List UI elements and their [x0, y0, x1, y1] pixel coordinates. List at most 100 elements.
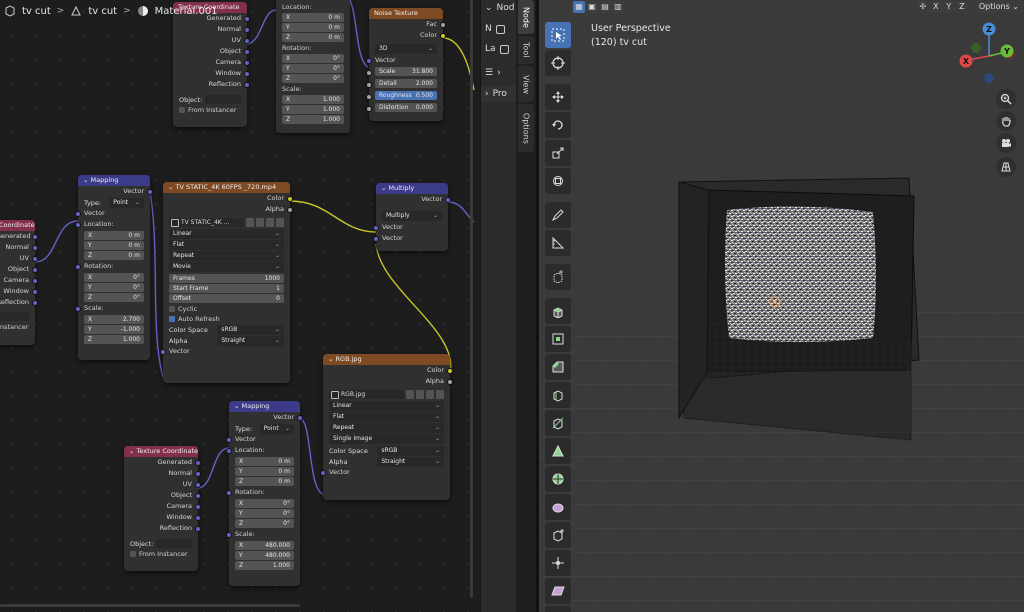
- node-header[interactable]: ⌄ Texture Coordinate: [124, 446, 198, 457]
- shear-tool[interactable]: [545, 578, 571, 604]
- scale-tool[interactable]: [545, 140, 571, 166]
- tab-tool[interactable]: Tool: [518, 36, 534, 64]
- socket[interactable]: [75, 210, 81, 217]
- transform-tool[interactable]: [545, 168, 571, 194]
- breadcrumb-material[interactable]: Material.001: [155, 6, 218, 17]
- shield-icon[interactable]: [406, 389, 414, 399]
- duplicate-icon[interactable]: [416, 389, 424, 399]
- edge-slide-tool[interactable]: [545, 522, 571, 548]
- navigation-gizmo[interactable]: Z X Y: [954, 18, 1024, 88]
- knife-tool[interactable]: [545, 410, 571, 436]
- rip-region-tool[interactable]: [545, 606, 571, 612]
- node-mapping-mid[interactable]: ⌄ Mapping Vector Type: Point ⌄ Vector Loca…: [75, 175, 153, 360]
- gizmo-neg-z[interactable]: [984, 73, 994, 83]
- close-icon[interactable]: [436, 389, 444, 399]
- socket[interactable]: [366, 105, 372, 112]
- scale-y-field[interactable]: Y 1.000: [282, 105, 344, 114]
- rot-y-field[interactable]: Y 0°: [235, 509, 294, 518]
- socket[interactable]: [226, 436, 232, 443]
- socket[interactable]: [75, 263, 81, 270]
- socket[interactable]: [195, 525, 201, 532]
- mirror-x-toggle[interactable]: X: [929, 1, 942, 13]
- scale-z-field[interactable]: Z 1.000: [84, 335, 144, 344]
- sidebar-item-node[interactable]: ⌄ Nod: [481, 0, 517, 16]
- sidebar-item-name[interactable]: N: [481, 22, 517, 36]
- socket[interactable]: [373, 235, 379, 242]
- scale-z-field[interactable]: Z 1.000: [282, 115, 344, 124]
- socket[interactable]: [440, 32, 446, 39]
- auto-refresh-checkbox[interactable]: Auto Refresh: [163, 314, 290, 324]
- close-icon[interactable]: [276, 217, 284, 227]
- rot-z-field[interactable]: Z 0°: [282, 74, 344, 83]
- socket[interactable]: [32, 255, 38, 262]
- node-header[interactable]: ⌄ RGB.jpg: [323, 354, 450, 365]
- loc-z-field[interactable]: Z0 m: [235, 477, 294, 486]
- interpolation-dropdown[interactable]: Linear ⌄: [329, 401, 444, 411]
- bevel-tool[interactable]: [545, 354, 571, 380]
- socket[interactable]: [320, 469, 326, 476]
- frames-field[interactable]: Frames 1000: [169, 274, 284, 283]
- extension-dropdown[interactable]: Repeat ⌄: [169, 251, 284, 261]
- node-header[interactable]: ⌄ Mapping: [229, 401, 300, 412]
- node-header[interactable]: ⌄ TV STATIC_4K 60FPS _720.mp4: [163, 182, 290, 193]
- socket[interactable]: [366, 81, 372, 88]
- rot-y-field[interactable]: Y 0°: [282, 64, 344, 73]
- socket[interactable]: [226, 447, 232, 454]
- folder-icon[interactable]: [426, 389, 434, 399]
- node-mapping-bottom[interactable]: ⌄ Mapping Vector Type: Point ⌄ Vector Loca…: [226, 401, 303, 586]
- socket[interactable]: [366, 57, 372, 64]
- socket[interactable]: [195, 514, 201, 521]
- loc-z-field[interactable]: Z0 m: [84, 251, 144, 260]
- node-texture-coordinate-left[interactable]: Coordinate Generated Normal UV Object Ca…: [0, 220, 38, 345]
- color-space-dropdown[interactable]: sRGB ⌄: [377, 445, 444, 456]
- gizmo-neg-y[interactable]: [971, 43, 981, 53]
- pan-button[interactable]: [996, 111, 1016, 131]
- scale-x-field[interactable]: X 2.700: [84, 315, 144, 324]
- ortho-toggle-button[interactable]: [996, 157, 1016, 177]
- measure-tool[interactable]: [545, 230, 571, 256]
- socket[interactable]: [195, 503, 201, 510]
- interpolation-dropdown[interactable]: Linear ⌄: [169, 229, 284, 239]
- socket[interactable]: [32, 288, 38, 295]
- sidebar-item-list[interactable]: ☰ ›: [481, 66, 517, 80]
- loc-y-field[interactable]: Y0 m: [282, 23, 344, 32]
- shrink-fatten-tool[interactable]: [545, 550, 571, 576]
- socket[interactable]: [366, 93, 372, 100]
- extrude-tool[interactable]: [545, 298, 571, 324]
- scale-x-field[interactable]: X 480.000: [235, 541, 294, 550]
- collapse-icon[interactable]: ⌄: [234, 402, 242, 410]
- smooth-tool[interactable]: [545, 494, 571, 520]
- tab-view[interactable]: View: [518, 66, 534, 102]
- rot-y-field[interactable]: Y 0°: [84, 283, 144, 292]
- from-instancer-checkbox[interactable]: From Instancer: [173, 105, 247, 115]
- node-multiply[interactable]: ⌄ Multiply Vector Multiply ⌄ Vector Vecto…: [373, 183, 451, 251]
- tab-node[interactable]: Node: [518, 0, 534, 34]
- scale-y-field[interactable]: Y 480.000: [235, 551, 294, 560]
- folder-icon[interactable]: [266, 217, 274, 227]
- node-editor-scrollbar[interactable]: [470, 0, 473, 598]
- socket[interactable]: [244, 37, 250, 44]
- socket[interactable]: [447, 378, 453, 385]
- socket[interactable]: [32, 266, 38, 273]
- checkbox[interactable]: [179, 107, 185, 113]
- socket[interactable]: [445, 196, 451, 203]
- checkbox[interactable]: [130, 551, 136, 557]
- socket[interactable]: [195, 481, 201, 488]
- socket[interactable]: [32, 233, 38, 240]
- collapse-icon[interactable]: ⌄: [168, 183, 176, 191]
- select-extend-icon[interactable]: ▣: [586, 1, 598, 13]
- select-box-icon[interactable]: ▦: [573, 1, 585, 13]
- socket[interactable]: [75, 221, 81, 228]
- collapse-icon[interactable]: ⌄: [328, 355, 336, 363]
- shield-icon[interactable]: [246, 217, 254, 227]
- projection-dropdown[interactable]: Flat ⌄: [169, 240, 284, 250]
- select-cursor-tool[interactable]: [545, 22, 571, 48]
- select-invert-icon[interactable]: ▥: [612, 1, 624, 13]
- socket[interactable]: [32, 244, 38, 251]
- collapse-icon[interactable]: ⌄: [129, 447, 137, 455]
- socket[interactable]: [447, 367, 453, 374]
- alpha-dropdown[interactable]: Straight ⌄: [217, 335, 284, 346]
- loc-y-field[interactable]: Y0 m: [235, 467, 294, 476]
- object-field[interactable]: [156, 539, 192, 548]
- socket[interactable]: [226, 489, 232, 496]
